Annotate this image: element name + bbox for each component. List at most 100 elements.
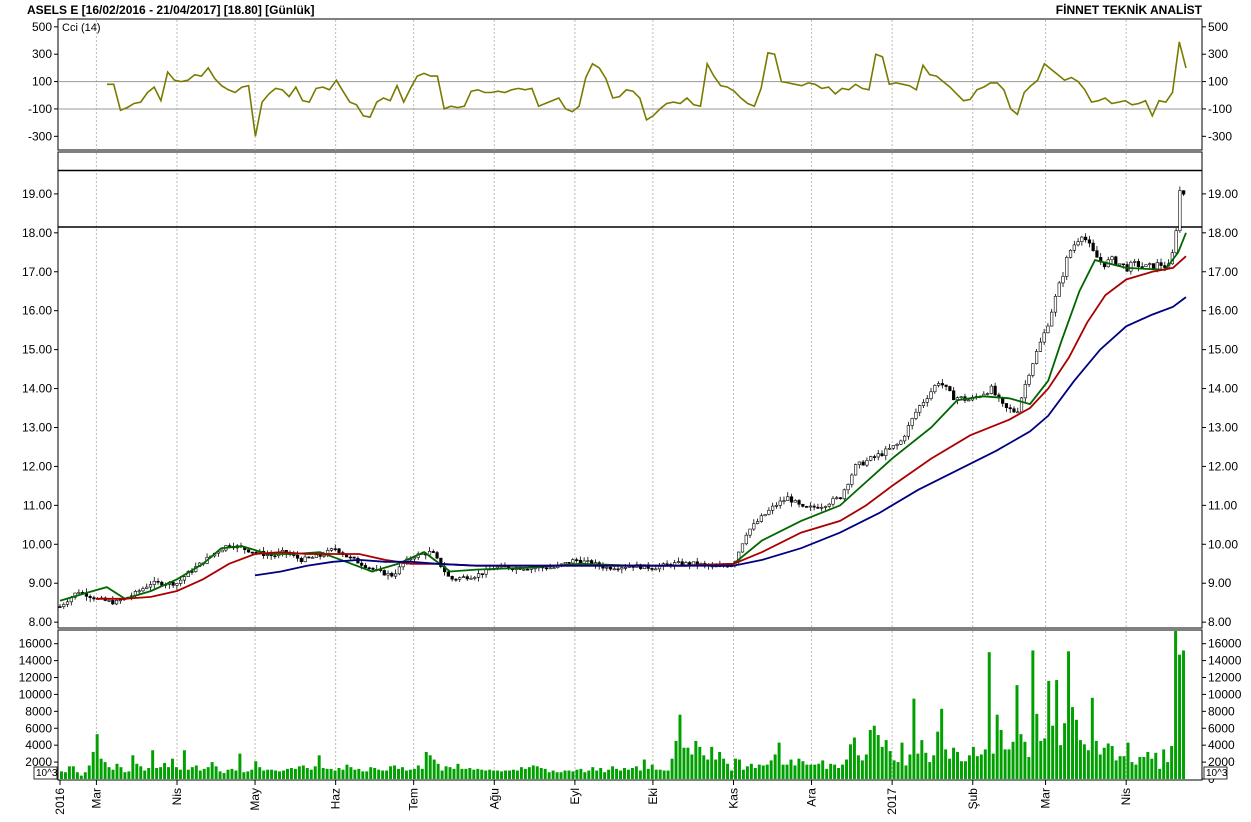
volume-bar bbox=[353, 769, 357, 779]
candle-body bbox=[1016, 411, 1020, 414]
candle-body bbox=[461, 576, 466, 578]
volume-bar bbox=[535, 766, 539, 779]
volume-bar bbox=[238, 753, 242, 779]
candle-body bbox=[914, 411, 918, 419]
volume-bar bbox=[1098, 754, 1102, 779]
volume-ytick-label-right: 12000 bbox=[1208, 671, 1242, 685]
candle-body bbox=[869, 456, 873, 461]
volume-bar bbox=[551, 770, 555, 779]
candle-body bbox=[838, 497, 843, 500]
volume-bar bbox=[579, 768, 583, 779]
volume-bar bbox=[301, 765, 305, 779]
volume-bar bbox=[975, 756, 979, 779]
volume-bar bbox=[829, 763, 833, 779]
candle-body bbox=[458, 577, 462, 580]
volume-bar bbox=[143, 770, 147, 779]
candle-body bbox=[435, 552, 439, 559]
volume-bar bbox=[920, 740, 924, 779]
candle-body bbox=[137, 590, 141, 593]
candle-body bbox=[759, 515, 763, 522]
cci-ytick-label-right: -300 bbox=[1208, 129, 1232, 143]
candle-body bbox=[804, 506, 809, 508]
volume-bar bbox=[726, 763, 730, 779]
volume-bar bbox=[599, 768, 603, 779]
candle-body bbox=[820, 506, 824, 509]
candle-body bbox=[1091, 242, 1095, 251]
x-tick-label: Eyl bbox=[568, 788, 582, 805]
volume-bar bbox=[642, 759, 646, 779]
volume-bar bbox=[1003, 749, 1007, 779]
volume-bar bbox=[408, 769, 412, 779]
volume-bar bbox=[650, 764, 654, 779]
candle-body bbox=[1076, 241, 1080, 246]
candle-body bbox=[929, 391, 933, 399]
candle-body bbox=[665, 563, 669, 566]
volume-bar bbox=[741, 769, 745, 779]
volume-ytick-label-left: 12000 bbox=[19, 671, 53, 685]
candle-body bbox=[612, 568, 616, 571]
volume-ytick-label-right: 4000 bbox=[1208, 738, 1235, 752]
candle-body bbox=[337, 548, 341, 553]
candle-body bbox=[148, 584, 153, 588]
volume-bar bbox=[785, 764, 789, 779]
volume-bar bbox=[924, 752, 928, 779]
candle-body bbox=[156, 580, 160, 583]
volume-bar bbox=[615, 768, 619, 779]
volume-bar bbox=[591, 767, 595, 779]
volume-bar bbox=[1090, 697, 1094, 779]
candle-body bbox=[1182, 190, 1186, 195]
candle-body bbox=[171, 581, 175, 586]
candle-body bbox=[1008, 407, 1012, 410]
volume-bar bbox=[734, 758, 737, 779]
volume-bar bbox=[1086, 750, 1090, 779]
candle-body bbox=[582, 560, 586, 564]
volume-bar bbox=[773, 754, 777, 779]
volume-bar bbox=[111, 769, 115, 779]
volume-bar bbox=[321, 768, 325, 779]
volume-bar bbox=[404, 770, 408, 779]
volume-bar bbox=[91, 751, 95, 779]
volume-bar bbox=[329, 768, 333, 779]
candle-body bbox=[1068, 249, 1073, 258]
volume-bar bbox=[270, 769, 274, 779]
volume-bar bbox=[309, 769, 313, 779]
volume-unit-label-left: 10^3 bbox=[36, 768, 58, 779]
candle-body bbox=[763, 514, 767, 517]
candle-body bbox=[797, 500, 801, 505]
price-ytick-label-right: 10.00 bbox=[1208, 537, 1238, 551]
volume-bar bbox=[860, 760, 864, 779]
volume-bar bbox=[397, 768, 400, 779]
cci-ytick-label-right: 500 bbox=[1208, 20, 1228, 34]
brand-label: FİNNET TEKNİK ANALİST bbox=[1056, 2, 1203, 17]
candle-body bbox=[774, 505, 779, 507]
volume-bar bbox=[817, 763, 821, 779]
volume-bar bbox=[912, 698, 916, 779]
volume-bar bbox=[523, 768, 527, 779]
volume-bar bbox=[1126, 742, 1130, 779]
price-ytick-label-right: 17.00 bbox=[1208, 265, 1238, 279]
volume-bar bbox=[1043, 738, 1047, 779]
cci-panel bbox=[57, 18, 1203, 151]
candle-body bbox=[371, 567, 375, 570]
volume-bar bbox=[801, 761, 805, 779]
candle-body bbox=[473, 577, 477, 579]
volume-bar bbox=[587, 770, 591, 779]
volume-bar bbox=[936, 731, 940, 779]
candle-body bbox=[850, 474, 854, 485]
volume-bar bbox=[781, 764, 785, 779]
candle-body bbox=[145, 586, 149, 589]
volume-ytick-label-left: 8000 bbox=[25, 704, 52, 718]
x-tick-label: Mar bbox=[1039, 788, 1053, 809]
volume-bar bbox=[694, 740, 698, 779]
volume-bar bbox=[789, 759, 793, 779]
volume-bar bbox=[595, 770, 599, 779]
volume-bar bbox=[1094, 740, 1098, 779]
price-ytick-label-left: 18.00 bbox=[22, 226, 52, 240]
volume-bar bbox=[611, 766, 615, 779]
volume-bar bbox=[658, 769, 662, 779]
candle-body bbox=[446, 571, 450, 577]
candle-body bbox=[314, 554, 319, 558]
volume-bar bbox=[1182, 650, 1185, 779]
volume-bar bbox=[99, 758, 103, 779]
candle-body bbox=[740, 543, 745, 553]
